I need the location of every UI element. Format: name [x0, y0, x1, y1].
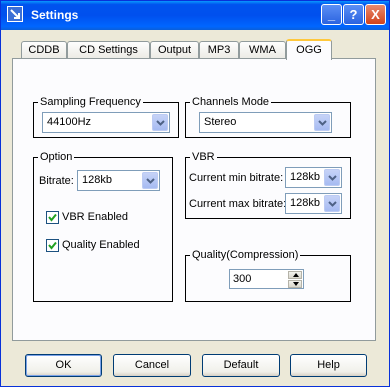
quality-value[interactable]: 300: [233, 273, 251, 285]
quality-spinbox[interactable]: 300: [229, 269, 304, 289]
tab-cddb[interactable]: CDDB: [21, 41, 67, 58]
cancel-button[interactable]: Cancel: [113, 354, 191, 377]
bitrate-value: 128kb: [82, 174, 112, 186]
tab-output[interactable]: Output: [150, 41, 199, 58]
window-title: Settings: [31, 8, 79, 22]
min-bitrate-label: Current min bitrate:: [189, 172, 284, 184]
tab-wma[interactable]: WMA: [239, 41, 286, 58]
sampling-frequency-select[interactable]: 44100Hz: [42, 112, 170, 133]
help-title-button[interactable]: ?: [343, 4, 364, 25]
min-bitrate-select[interactable]: 128kb: [285, 167, 342, 188]
close-button[interactable]: X: [365, 4, 386, 25]
sampling-frequency-value: 44100Hz: [47, 116, 92, 128]
max-bitrate-value: 128kb: [290, 197, 320, 209]
channels-mode-value: Stereo: [204, 116, 237, 128]
default-button[interactable]: Default: [202, 354, 280, 377]
bitrate-label: Bitrate:: [39, 175, 74, 187]
vbr-legend: VBR: [192, 151, 215, 163]
minimize-button[interactable]: _: [321, 4, 342, 25]
chevron-down-icon[interactable]: [314, 114, 330, 131]
sampling-frequency-legend: Sampling Frequency: [40, 96, 141, 108]
ogg-settings-panel: Sampling Frequency 44100Hz Channels Mode…: [12, 58, 376, 341]
sampling-frequency-group: Sampling Frequency 44100Hz: [33, 96, 179, 138]
min-bitrate-value: 128kb: [290, 171, 320, 183]
tab-mp3[interactable]: MP3: [199, 41, 239, 58]
quality-compression-group: Quality(Compression) 300: [185, 249, 351, 302]
chevron-down-icon[interactable]: [152, 114, 168, 131]
vbr-group: VBR Current min bitrate: 128kb Current m…: [185, 151, 351, 219]
ok-button[interactable]: OK: [25, 354, 102, 377]
title-bar[interactable]: Settings _ ? X: [1, 1, 389, 30]
dialog-body: CDDB CD Settings Output MP3 WMA OGG Samp…: [1, 30, 389, 386]
channels-mode-group: Channels Mode Stereo: [185, 96, 351, 138]
max-bitrate-select[interactable]: 128kb: [285, 193, 342, 214]
bitrate-select[interactable]: 128kb: [77, 170, 160, 191]
option-group: Option Bitrate: 128kb VBR Enabled Qualit…: [33, 151, 173, 302]
spin-down-button[interactable]: [288, 280, 302, 288]
vbr-enabled-checkbox[interactable]: [46, 211, 59, 224]
chevron-down-icon[interactable]: [142, 172, 158, 189]
vbr-enabled-label[interactable]: VBR Enabled: [62, 211, 128, 223]
option-legend: Option: [40, 151, 73, 163]
channels-mode-select[interactable]: Stereo: [199, 112, 332, 133]
spin-up-button[interactable]: [288, 271, 302, 279]
app-arrow-icon[interactable]: [7, 6, 23, 22]
quality-enabled-label[interactable]: Quality Enabled: [62, 239, 140, 251]
chevron-down-icon[interactable]: [324, 195, 340, 212]
tab-ogg[interactable]: OGG: [286, 39, 332, 60]
settings-window: Settings _ ? X CDDB CD Settings Output M…: [0, 0, 390, 387]
chevron-down-icon[interactable]: [324, 169, 340, 186]
quality-enabled-checkbox[interactable]: [46, 239, 59, 252]
max-bitrate-label: Current max bitrate:: [189, 198, 287, 210]
quality-compression-legend: Quality(Compression): [192, 249, 299, 261]
help-button[interactable]: Help: [290, 354, 367, 377]
tab-cd-settings[interactable]: CD Settings: [67, 41, 150, 58]
channels-mode-legend: Channels Mode: [192, 96, 270, 108]
